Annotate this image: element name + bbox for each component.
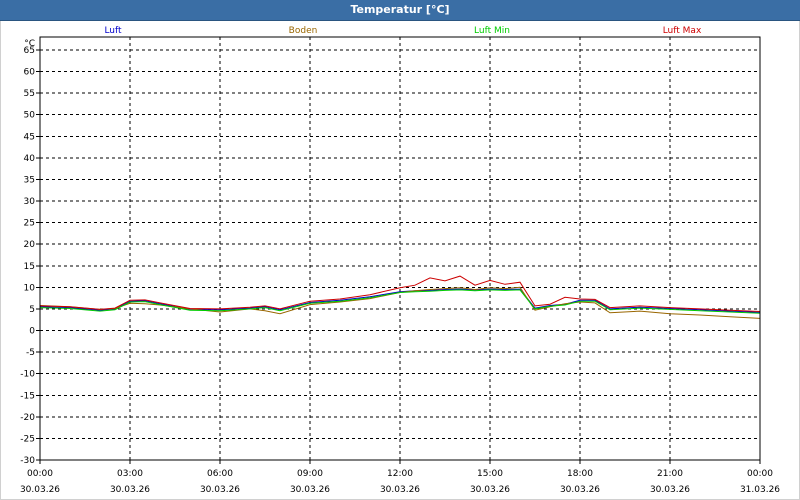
y-tick-label: 25 [24,219,35,229]
x-tick-time: 00:00 [747,469,773,479]
y-tick-label: 10 [24,283,36,293]
x-tick-time: 06:00 [207,469,233,479]
x-tick-time: 18:00 [567,469,593,479]
y-tick-label: 20 [24,240,36,250]
x-tick-date: 30.03.26 [650,485,690,495]
y-tick-label: 40 [24,154,36,164]
legend-item-luft-min: Luft Min [474,26,510,36]
y-tick-label: 60 [24,68,36,78]
x-tick-time: 00:00 [27,469,53,479]
y-tick-label: 15 [24,262,35,272]
y-tick-label: -25 [20,434,35,444]
x-tick-time: 21:00 [657,469,683,479]
grid-lines [40,37,760,461]
x-tick-date: 31.03.26 [740,485,780,495]
series-line-luft-max [39,275,761,312]
legend: Luft Boden Luft Min Luft Max [104,26,702,36]
x-tick-date: 30.03.26 [290,485,330,495]
x-tick-time: 09:00 [297,469,323,479]
y-tick-label: 0 [29,327,35,337]
y-tick-label: -20 [20,413,35,423]
temperature-chart: -30 -25 -20 -15 -10 -5 0 5 10 15 20 25 30 35 40 45 50 55 6… [20,26,780,495]
x-tick-time: 03:00 [117,469,143,479]
legend-item-boden: Boden [289,26,318,36]
legend-item-luft: Luft [104,26,122,36]
x-tick-date: 30.03.26 [560,485,600,495]
y-tick-label: 5 [29,305,35,315]
y-tick-label: -15 [20,391,35,401]
x-tick-date: 30.03.26 [380,485,420,495]
y-tick-label: 45 [24,132,35,142]
y-tick-label: 30 [24,197,36,207]
y-tick-label: -30 [20,456,35,466]
y-tick-label: 55 [24,89,35,99]
x-tick-date: 30.03.26 [110,485,150,495]
y-tick-label: -5 [26,348,35,358]
y-tick-label: 50 [24,111,36,121]
x-tick-date: 30.03.26 [470,485,510,495]
x-tick-time: 12:00 [387,469,413,479]
x-tick-date: 30.03.26 [20,485,60,495]
y-tick-label: 35 [24,175,35,185]
x-tick-date: 30.03.26 [200,485,240,495]
y-tick-label: -10 [20,370,35,380]
x-tick-time: 15:00 [477,469,503,479]
legend-item-luft-max: Luft Max [663,26,702,36]
y-unit-label: °C [24,39,35,49]
